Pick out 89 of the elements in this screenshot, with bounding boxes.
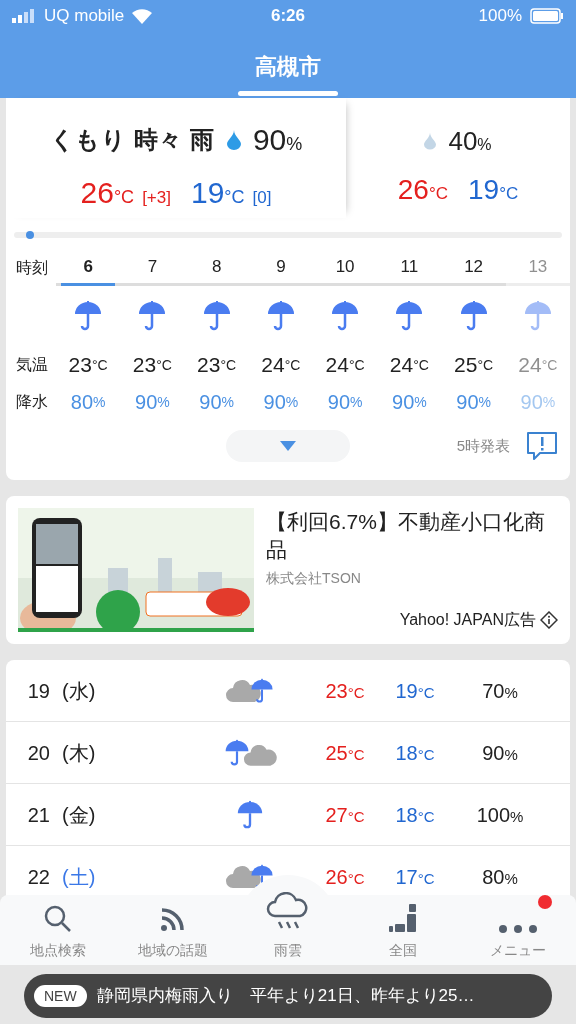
- precip-chance: 90%: [252, 122, 303, 158]
- day-high: 26°C: [324, 864, 366, 890]
- clock: 6:26: [270, 5, 306, 28]
- day-high: 27°C: [324, 802, 366, 828]
- hour-tab[interactable]: 6: [61, 250, 115, 286]
- hour-precip: 90%: [263, 390, 299, 415]
- day-low: 18°C: [394, 802, 436, 828]
- hour-temp: 24°C: [261, 352, 301, 379]
- signal-icon: [12, 9, 36, 23]
- timeline-thumb[interactable]: [26, 231, 35, 239]
- issued-time: 5時発表: [456, 435, 510, 456]
- hour-precip: 90%: [520, 390, 556, 415]
- day-date: 21: [26, 802, 50, 828]
- hour-temp: 23°C: [68, 352, 108, 379]
- hour-temp: 23°C: [132, 352, 172, 379]
- hour-tab[interactable]: 12: [442, 250, 506, 286]
- umbrella-icon: [223, 738, 251, 767]
- info-icon[interactable]: [540, 611, 558, 629]
- day-precip: 70%: [481, 678, 519, 704]
- low-temp: 19°C: [468, 172, 519, 207]
- ad-title[interactable]: 【利回6.7%】不動産小口化商品: [266, 508, 558, 564]
- umbrella-icon: [235, 799, 265, 830]
- hour-temp: 25°C: [454, 352, 494, 379]
- row-label: 時刻: [16, 258, 49, 278]
- more-icon: [498, 924, 539, 934]
- day-low: 18°C: [394, 740, 436, 766]
- nav-tab[interactable]: 雨雲: [230, 891, 346, 961]
- row-label: 降水: [16, 392, 49, 412]
- row-label: 気温: [16, 355, 49, 375]
- hour-temp: 23°C: [197, 352, 237, 379]
- day-weekday: (水): [61, 678, 97, 704]
- day-date: 19: [26, 678, 50, 704]
- high-temp-diff: [+3]: [142, 187, 171, 209]
- day-precip: 90%: [481, 740, 519, 766]
- wifi-icon: [132, 8, 153, 24]
- battery-percent: 100%: [478, 5, 522, 28]
- day-weekday: (土): [61, 864, 97, 890]
- day-date: 22: [26, 864, 50, 890]
- ad-sponsor: 株式会社TSON: [266, 569, 362, 588]
- hour-tab[interactable]: 7: [125, 250, 180, 286]
- day-weekday: (金): [61, 802, 97, 828]
- weather-summary: くもり 時々 雨: [49, 124, 215, 155]
- day-high: 25°C: [324, 740, 366, 766]
- hour-precip: 90%: [392, 390, 427, 415]
- hour-temp: 24°C: [518, 352, 558, 379]
- hour-tab[interactable]: 8: [189, 250, 244, 286]
- nav-tab[interactable]: 地点検索: [0, 891, 116, 961]
- high-temp: 26°C: [80, 175, 135, 211]
- hour-precip: 90%: [199, 390, 234, 415]
- day-low: 17°C: [394, 864, 436, 890]
- day-weekday: (木): [61, 740, 97, 766]
- umbrella-icon: [249, 677, 275, 704]
- high-temp: 26°C: [397, 172, 448, 207]
- search-icon: [42, 904, 73, 934]
- low-temp-diff: [0]: [252, 187, 272, 209]
- battery-icon: [530, 8, 564, 24]
- cloud-icon: [225, 678, 261, 704]
- nav-tab[interactable]: 全国: [345, 891, 461, 961]
- hour-tab[interactable]: 9: [254, 250, 308, 286]
- hour-tab[interactable]: 11: [378, 250, 441, 286]
- caret-icon: [280, 441, 296, 451]
- nav-tab[interactable]: メニュー: [460, 891, 576, 961]
- day-precip: 100%: [475, 802, 525, 828]
- raindrop-icon: [226, 129, 241, 150]
- ad-card[interactable]: 【利回6.7%】不動産小口化商品 株式会社TSON Yahoo! JAPAN広告: [6, 496, 570, 644]
- hour-precip: 90%: [135, 390, 170, 415]
- new-tag: NEW: [34, 985, 87, 1007]
- hour-temp: 24°C: [389, 352, 429, 379]
- cloud-icon: [243, 742, 277, 767]
- day-precip: 80%: [481, 864, 519, 890]
- precip-chance: 40%: [448, 124, 492, 158]
- hour-precip: 90%: [456, 390, 491, 415]
- low-temp: 19°C: [190, 175, 245, 211]
- day-date: 20: [26, 740, 50, 766]
- cloud-icon: [225, 864, 261, 890]
- hour-temp: 24°C: [325, 352, 365, 379]
- hour-precip: 80%: [70, 390, 106, 415]
- city-title: 高槻市: [255, 53, 321, 81]
- day-high: 23°C: [324, 678, 366, 704]
- news-headline: 静岡県内梅雨入り 平年より21日、昨年より25…: [96, 985, 475, 1008]
- ad-label: Yahoo! JAPAN広告: [399, 610, 536, 630]
- carrier-name: UQ mobile: [44, 5, 125, 28]
- hour-precip: 90%: [327, 390, 363, 415]
- day-low: 19°C: [394, 678, 436, 704]
- raindrop-icon: [424, 132, 437, 150]
- news-toast[interactable]: NEW 静岡県内梅雨入り 平年より21日、昨年より25…: [24, 974, 552, 1018]
- hour-tab[interactable]: 10: [313, 250, 377, 286]
- feedback-icon[interactable]: [526, 431, 558, 461]
- nav-tab[interactable]: 地域の話題: [115, 891, 231, 961]
